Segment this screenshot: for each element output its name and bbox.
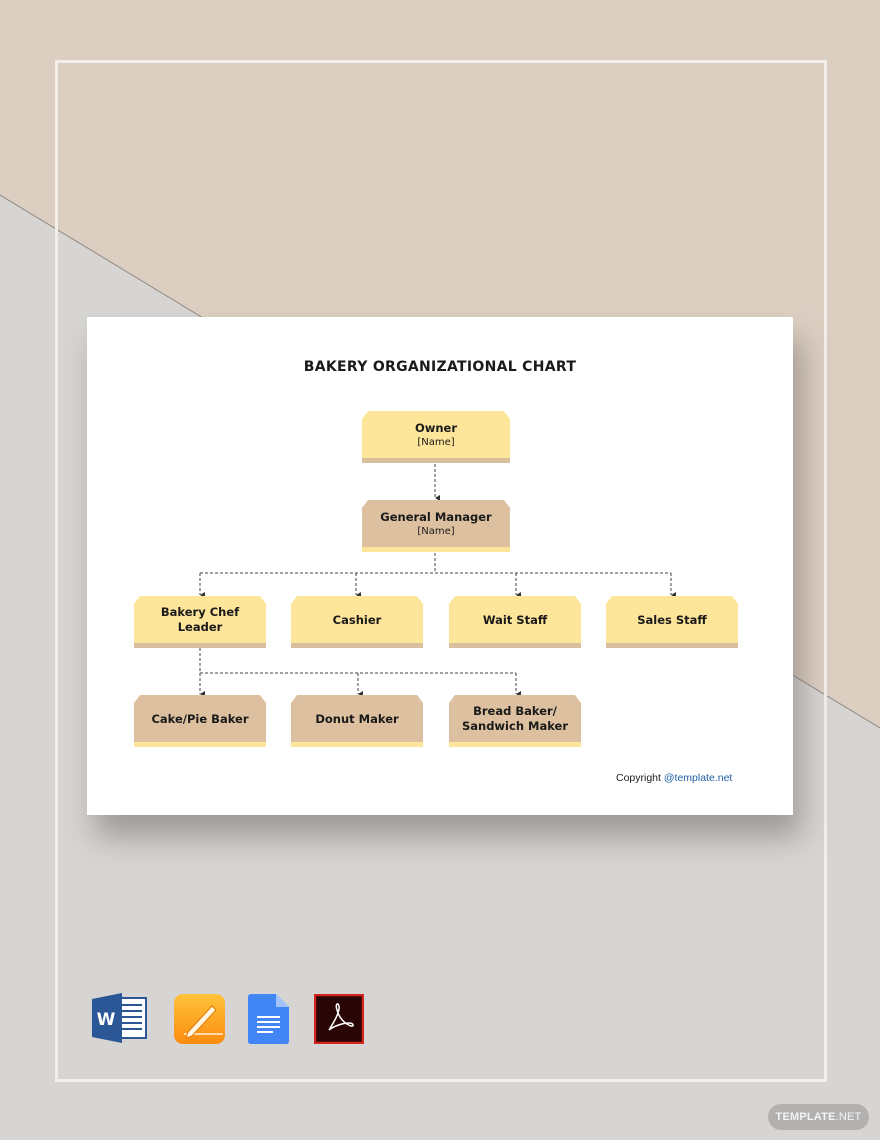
document-preview: BAKERY ORGANIZATIONAL CHART Owner [Name] — [87, 317, 793, 815]
brand-thin: .NET — [835, 1111, 862, 1123]
node-cashier: Cashier — [291, 596, 423, 648]
node-owner: Owner [Name] — [362, 411, 510, 463]
copyright-link[interactable]: @template.net — [664, 772, 732, 784]
pdf-icon[interactable] — [314, 994, 364, 1044]
node-label: Cashier — [332, 612, 382, 627]
node-label: Owner — [414, 421, 458, 435]
template-net-badge[interactable]: TEMPLATE .NET — [768, 1104, 869, 1130]
node-name-placeholder: [Name] — [417, 526, 455, 537]
pages-icon[interactable] — [174, 994, 225, 1044]
node-label: General Manager — [380, 510, 492, 524]
node-label: Donut Maker — [315, 711, 399, 726]
node-label: Cake/Pie Baker — [151, 711, 249, 726]
connector-chef-bus — [199, 648, 516, 674]
google-docs-icon[interactable] — [248, 994, 289, 1044]
svg-text:W: W — [97, 1010, 116, 1030]
node-sales-staff: Sales Staff — [606, 596, 738, 648]
node-bread-baker: Bread Baker/ Sandwich Maker — [449, 695, 581, 747]
brand-bold: TEMPLATE — [775, 1111, 836, 1123]
copyright: Copyright @template.net — [616, 772, 732, 784]
node-cake-pie-baker: Cake/Pie Baker — [134, 695, 266, 747]
node-wait-staff: Wait Staff — [449, 596, 581, 648]
node-bakery-chef-leader: Bakery Chef Leader — [134, 596, 266, 648]
node-label: Wait Staff — [482, 612, 548, 627]
connector-gm-bus — [200, 553, 671, 574]
copyright-text: Copyright — [616, 772, 661, 784]
word-icon[interactable]: W — [92, 993, 148, 1043]
node-label: Bakery Chef Leader — [160, 605, 240, 634]
node-label: Sales Staff — [637, 612, 707, 627]
node-general-manager: General Manager [Name] — [362, 500, 510, 552]
node-name-placeholder: [Name] — [417, 437, 455, 448]
node-label: Bread Baker/ Sandwich Maker — [461, 704, 569, 733]
node-donut-maker: Donut Maker — [291, 695, 423, 747]
